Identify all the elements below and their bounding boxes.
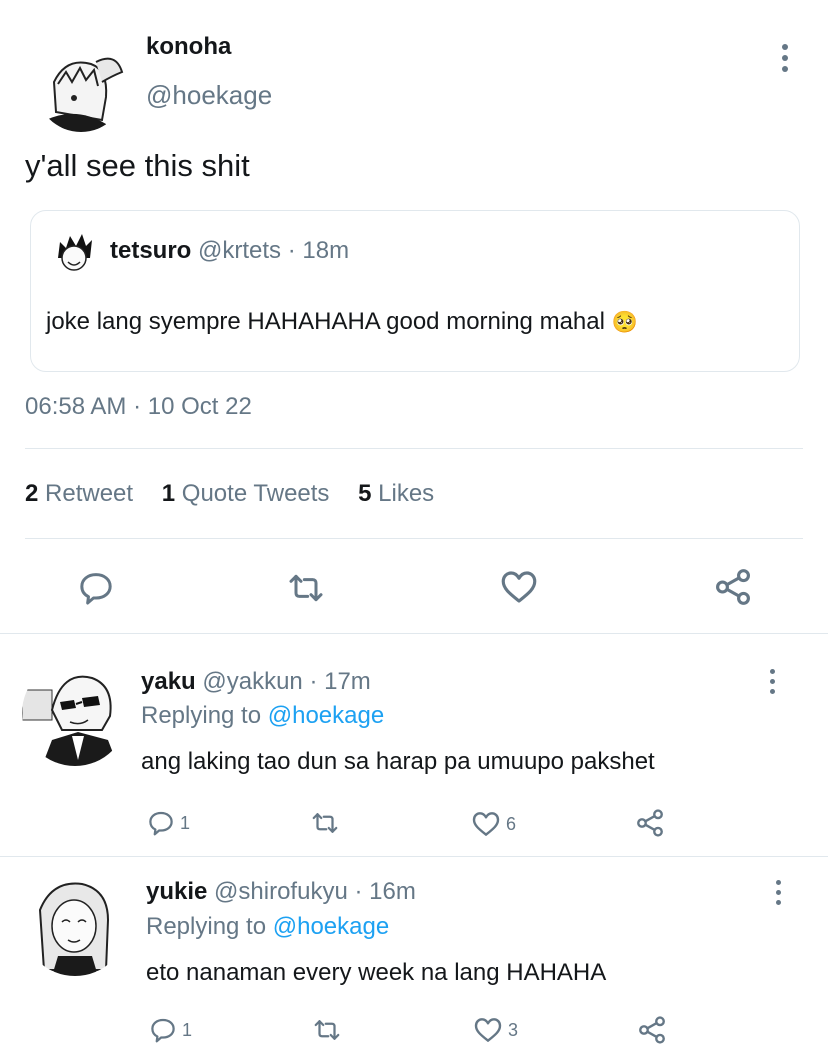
- author-handle[interactable]: @hoekage: [146, 80, 272, 111]
- quoted-tweet-card[interactable]: [30, 210, 800, 372]
- quoted-time: · 18m: [287, 237, 350, 264]
- reply-author-handle[interactable]: @shirofukyu: [214, 878, 348, 905]
- divider: [25, 448, 803, 449]
- share-icon[interactable]: [636, 1014, 668, 1046]
- replying-to-label: Replying to: [141, 702, 262, 729]
- reply-avatar[interactable]: [22, 660, 128, 766]
- like-icon[interactable]: 6: [470, 808, 516, 840]
- reply-icon[interactable]: [76, 568, 116, 608]
- reply-header: yaku @yakkun · 17m: [141, 668, 371, 696]
- more-icon[interactable]: [767, 669, 777, 694]
- replying-to-line: Replying to @hoekage: [141, 702, 384, 730]
- replying-to-label: Replying to: [146, 913, 267, 940]
- like-count: 3: [508, 1019, 519, 1040]
- divider: [0, 633, 828, 634]
- reply-author-name[interactable]: yaku: [141, 668, 196, 695]
- reply-icon[interactable]: 1: [148, 1015, 192, 1045]
- like-icon[interactable]: [498, 566, 540, 608]
- quoted-tweet-text: joke lang syempre HAHAHAHA good morning …: [46, 308, 605, 335]
- retweet-icon[interactable]: [310, 808, 340, 838]
- reply-time: · 16m: [354, 878, 416, 905]
- quoted-tweet-text-line: joke lang syempre HAHAHAHA good morning …: [46, 308, 638, 336]
- likes-stat[interactable]: 5 Likes: [358, 480, 434, 507]
- pleading-face-emoji: 🥺: [611, 311, 638, 334]
- like-count: 6: [506, 813, 517, 834]
- replying-to-line: Replying to @hoekage: [146, 913, 389, 941]
- reply-time: · 17m: [309, 668, 371, 695]
- more-icon[interactable]: [780, 44, 790, 72]
- reply-text: eto nanaman every week na lang HAHAHA: [146, 959, 607, 986]
- share-icon[interactable]: [712, 566, 754, 608]
- replying-to-link[interactable]: @hoekage: [268, 702, 384, 729]
- author-avatar[interactable]: [36, 42, 126, 132]
- tweet-timestamp[interactable]: 06:58 AM · 10 Oct 22: [25, 393, 252, 421]
- reply-author-name[interactable]: yukie: [146, 878, 207, 905]
- quoted-author-line: tetsuro @krtets · 18m: [110, 237, 349, 265]
- retweet-icon[interactable]: [312, 1015, 342, 1045]
- quote-tweets-stat[interactable]: 1 Quote Tweets: [162, 480, 330, 507]
- more-icon[interactable]: [773, 880, 783, 905]
- author-name[interactable]: konoha: [146, 33, 231, 61]
- retweet-icon[interactable]: [286, 568, 326, 608]
- reply-icon[interactable]: 1: [146, 808, 190, 838]
- tweet-text: y'all see this shit: [25, 148, 250, 183]
- share-icon[interactable]: [634, 807, 666, 839]
- quoted-author-handle[interactable]: @krtets: [198, 237, 281, 264]
- quoted-author-avatar: [50, 228, 98, 276]
- retweet-stat[interactable]: 2 Retweet: [25, 480, 133, 507]
- quoted-author-name[interactable]: tetsuro: [110, 237, 191, 264]
- reply-header: yukie @shirofukyu · 16m: [146, 878, 416, 906]
- reply-text: ang laking tao dun sa harap pa umuupo pa…: [141, 748, 655, 775]
- reply-count: 1: [180, 812, 191, 833]
- reply-count: 1: [182, 1019, 193, 1040]
- reply-author-handle[interactable]: @yakkun: [202, 668, 302, 695]
- divider: [0, 856, 828, 857]
- tweet-stats: 2 Retweet 1 Quote Tweets 5 Likes: [25, 480, 434, 508]
- replying-to-link[interactable]: @hoekage: [273, 913, 389, 940]
- reply-avatar[interactable]: [22, 870, 128, 976]
- divider: [25, 538, 803, 539]
- like-icon[interactable]: 3: [472, 1014, 518, 1046]
